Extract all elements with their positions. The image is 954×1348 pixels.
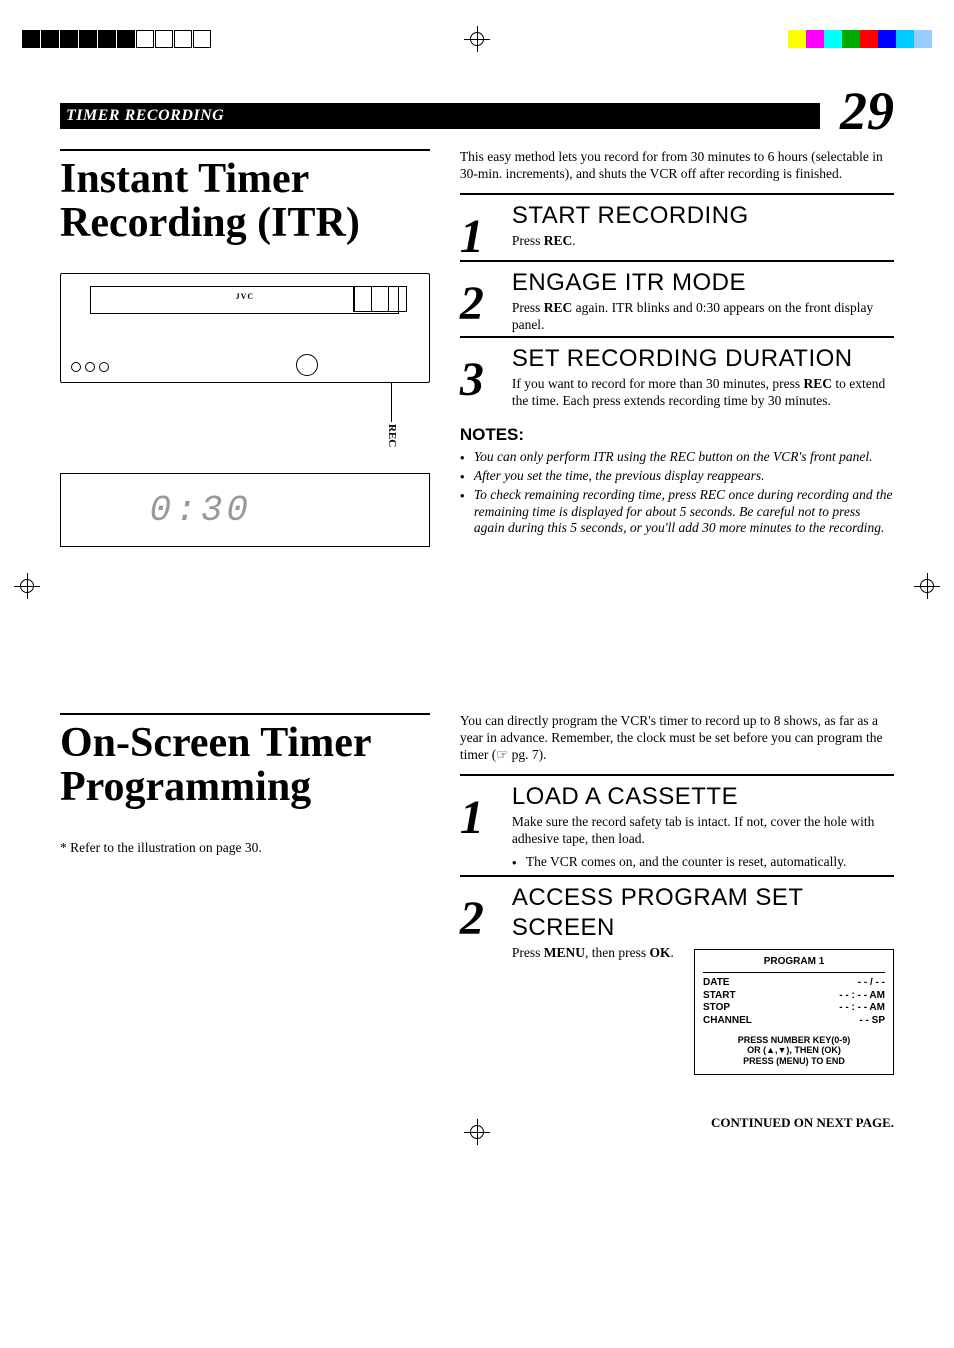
program-screen-instructions: PRESS NUMBER KEY(0-9) OR (▲,▼), THEN (OK… xyxy=(703,1035,885,1066)
program-row-channel: CHANNEL- - SP xyxy=(703,1015,885,1028)
feature2-intro: You can directly program the VCR's timer… xyxy=(460,713,894,764)
front-display-illustration: 0:30 xyxy=(60,473,430,547)
step-3: 3 SET RECORDING DURATION If you want to … xyxy=(460,336,894,410)
step-body: Press MENU, then press OK. xyxy=(512,945,682,962)
program-row-date: DATE- - / - - xyxy=(703,977,885,990)
step-1: 1 START RECORDING Press REC. xyxy=(460,193,894,258)
step-number: 1 xyxy=(460,197,502,258)
vcr-brand-label: JVC xyxy=(236,292,255,301)
step-body: Make sure the record safety tab is intac… xyxy=(512,814,894,848)
vcr-illustration: JVC REC xyxy=(60,273,430,383)
page-header: TIMER RECORDING 29 xyxy=(60,90,894,133)
step-number: 2 xyxy=(460,879,502,1076)
rec-callout-label: REC xyxy=(386,424,398,454)
feature2-footnote: * Refer to the illustration on page 30. xyxy=(60,840,430,856)
black-squares-left xyxy=(22,30,212,48)
registration-marks-top xyxy=(0,14,954,64)
crosshair-icon xyxy=(464,26,490,52)
note-item: You can only perform ITR using the REC b… xyxy=(474,449,894,466)
crosshair-right-icon xyxy=(914,573,940,599)
notes-heading: NOTES: xyxy=(460,424,894,445)
step-access-program: 2 ACCESS PROGRAM SET SCREEN Press MENU, … xyxy=(460,875,894,1076)
step-bullet: The VCR comes on, and the counter is res… xyxy=(526,854,894,871)
step-body: Press REC again. ITR blinks and 0:30 app… xyxy=(512,300,894,334)
section-title: TIMER RECORDING xyxy=(60,103,820,129)
step-title: SET RECORDING DURATION xyxy=(512,344,894,374)
step-body: If you want to record for more than 30 m… xyxy=(512,376,894,410)
step-2: 2 ENGAGE ITR MODE Press REC again. ITR b… xyxy=(460,260,894,334)
program-screen-title: PROGRAM 1 xyxy=(703,956,885,974)
step-number: 1 xyxy=(460,778,502,873)
step-title: START RECORDING xyxy=(512,201,894,231)
step-title: ACCESS PROGRAM SET SCREEN xyxy=(512,883,894,943)
feature1-title: Instant Timer Recording (ITR) xyxy=(60,149,430,245)
step-title: ENGAGE ITR MODE xyxy=(512,268,894,298)
note-item: After you set the time, the previous dis… xyxy=(474,468,894,485)
program-row-stop: STOP- - : - - AM xyxy=(703,1002,885,1015)
program-screen-illustration: PROGRAM 1 DATE- - / - - START- - : - - A… xyxy=(694,949,894,1076)
registration-marks-bottom xyxy=(0,1107,954,1157)
crosshair-icon xyxy=(464,1119,490,1145)
feature1-intro: This easy method lets you record for fro… xyxy=(460,149,894,183)
step-body: Press REC. xyxy=(512,233,894,250)
display-time: 0:30 xyxy=(90,484,311,536)
crosshair-left-icon xyxy=(14,573,40,599)
notes-list: You can only perform ITR using the REC b… xyxy=(460,449,894,537)
step-title: LOAD A CASSETTE xyxy=(512,782,894,812)
feature2-title: On-Screen Timer Programming xyxy=(60,713,430,809)
cmyk-squares-right xyxy=(788,30,932,48)
step-number: 2 xyxy=(460,264,502,334)
step-number: 3 xyxy=(460,340,502,410)
page-number: 29 xyxy=(840,90,894,133)
step-load-cassette: 1 LOAD A CASSETTE Make sure the record s… xyxy=(460,774,894,873)
note-item: To check remaining recording time, press… xyxy=(474,487,894,538)
program-row-start: START- - : - - AM xyxy=(703,990,885,1003)
